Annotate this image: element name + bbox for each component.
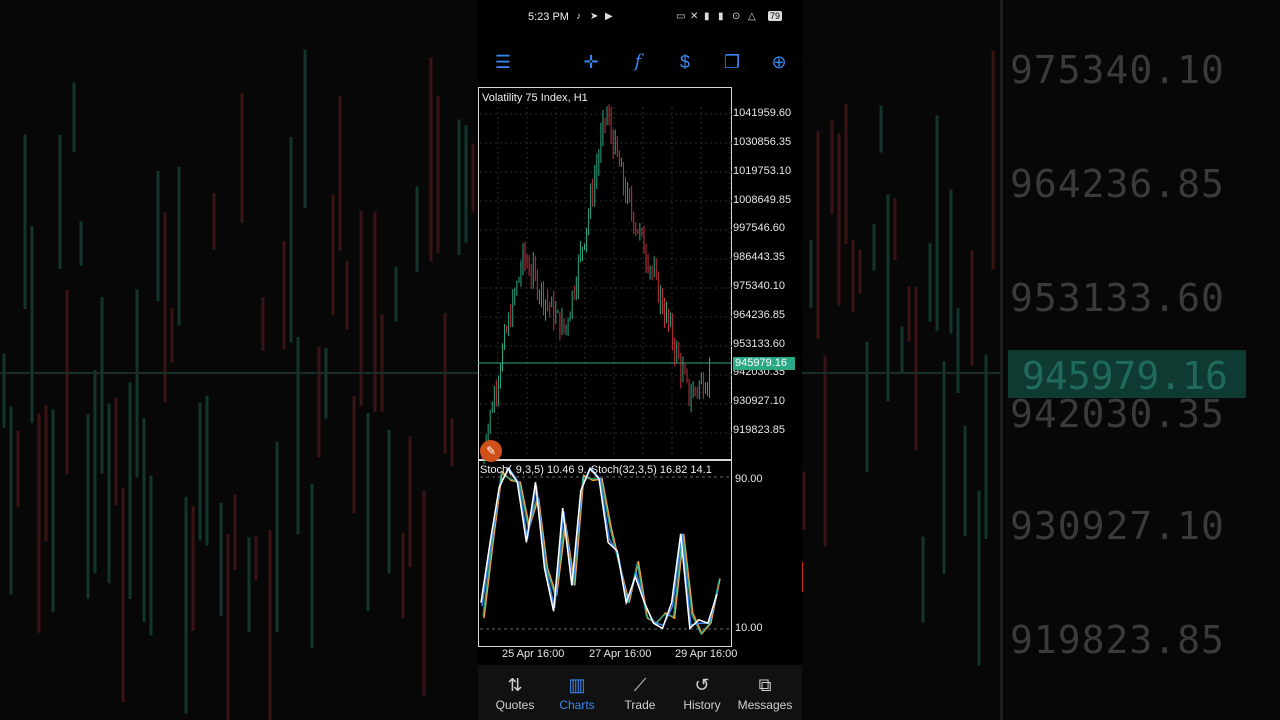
stoch-label-2: 9,3,5) 10.46 9.	[515, 464, 587, 476]
alarm-icon: △	[748, 11, 756, 22]
price-axis-label: 1008649.85	[733, 194, 792, 206]
current-price-badge: 945979.16	[733, 357, 795, 370]
cast-icon: ▭	[676, 11, 686, 22]
dollar-icon[interactable]: $	[673, 50, 697, 74]
function-icon[interactable]: f	[626, 50, 650, 74]
background-price-label: 919823.85	[1010, 618, 1225, 662]
nav-history[interactable]: ↺ History	[671, 665, 733, 720]
price-axis-label: 964236.85	[733, 309, 785, 321]
indicator-level-high: 90.00	[735, 473, 763, 485]
background-price-label: 942030.35	[1010, 392, 1225, 436]
indicator-label: Stoch(9,3,5) 10.46 9. Stoch(32,3,5) 16.82…	[480, 464, 716, 476]
nav-label: Quotes	[495, 698, 535, 712]
price-axis-label: 975340.10	[733, 280, 785, 292]
background-price-label: 964236.85	[1010, 162, 1225, 206]
nav-trade[interactable]: ⟋ Trade	[609, 665, 671, 720]
background-axis-line	[1000, 0, 1003, 720]
trade-icon: ⟋	[633, 675, 647, 695]
price-axis-label: 1030856.35	[733, 136, 792, 148]
history-icon: ↺	[694, 675, 710, 695]
bottom-navigation: ⇅ Quotes ▥ Charts ⟋ Trade ↺ History ⧉ Me…	[478, 665, 802, 720]
time-axis-label: 27 Apr 16:00	[589, 648, 652, 660]
charts-icon: ▥	[568, 675, 586, 695]
nav-quotes[interactable]: ⇅ Quotes	[484, 665, 546, 720]
nav-messages[interactable]: ⧉ Messages	[734, 665, 796, 720]
nav-label: Messages	[737, 698, 793, 712]
signal-icon: ▮	[704, 11, 710, 22]
price-axis-label: 930927.10	[733, 395, 785, 407]
menu-icon[interactable]: ☰	[491, 50, 515, 74]
nav-label: Trade	[624, 698, 656, 712]
crosshair-icon[interactable]: ✛	[579, 50, 603, 74]
pencil-icon[interactable]: ✎	[480, 440, 502, 462]
price-axis-label: 1019753.10	[733, 165, 792, 177]
quotes-icon: ⇅	[507, 675, 523, 695]
background-current-line-left	[0, 372, 480, 374]
background-price-label: 975340.10	[1010, 48, 1225, 92]
background-left	[0, 0, 480, 720]
status-time: 5:23 PM	[528, 11, 569, 23]
nav-label: History	[683, 698, 721, 712]
indicator-level-low: 10.00	[735, 622, 763, 634]
background-price-label: 930927.10	[1010, 504, 1225, 548]
background-current-line-right	[802, 372, 1002, 374]
phone-screen: 5:23 PM ♪ ➤ ▶ ▭ ✕ ▮ ▮ ⊙ △ 79 ☰ ✛ f $ ❐ ⊕…	[478, 0, 802, 720]
windows-icon[interactable]: ❐	[720, 50, 744, 74]
stoch-label-1: Stoch(	[480, 464, 512, 476]
mute-icon: ✕	[690, 11, 699, 22]
hotspot-icon: ⊙	[732, 11, 741, 22]
telegram-icon: ➤	[590, 11, 599, 22]
chart-title: Volatility 75 Index, H1	[482, 92, 588, 104]
background-chart-right	[802, 50, 995, 666]
signal-icon-2: ▮	[718, 11, 724, 22]
status-bar: 5:23 PM ♪ ➤ ▶ ▭ ✕ ▮ ▮ ⊙ △ 79	[478, 10, 802, 26]
background-chart-left	[2, 49, 475, 720]
background-current-price: 945979.16	[1008, 350, 1246, 398]
new-order-icon[interactable]: ⊕	[767, 50, 791, 74]
time-axis-label: 29 Apr 16:00	[675, 648, 738, 660]
tiktok-icon: ♪	[576, 11, 581, 22]
battery-icon: 79	[768, 11, 783, 21]
background-price-label: 953133.60	[1010, 276, 1225, 320]
messages-icon: ⧉	[758, 675, 772, 695]
price-axis-label: 1041959.60	[733, 107, 792, 119]
nav-label: Charts	[559, 698, 595, 712]
nav-charts[interactable]: ▥ Charts	[546, 665, 608, 720]
price-axis-label: 953133.60	[733, 338, 785, 350]
price-axis-label: 986443.35	[733, 251, 785, 263]
price-axis-label: 997546.60	[733, 222, 785, 234]
price-axis-label: 919823.85	[733, 424, 785, 436]
time-axis-label: 25 Apr 16:00	[502, 648, 565, 660]
stoch-main-line	[480, 466, 718, 631]
youtube-icon: ▶	[605, 11, 613, 22]
stoch-label-3: Stoch(32,3,5) 16.82 14.1	[590, 464, 712, 476]
